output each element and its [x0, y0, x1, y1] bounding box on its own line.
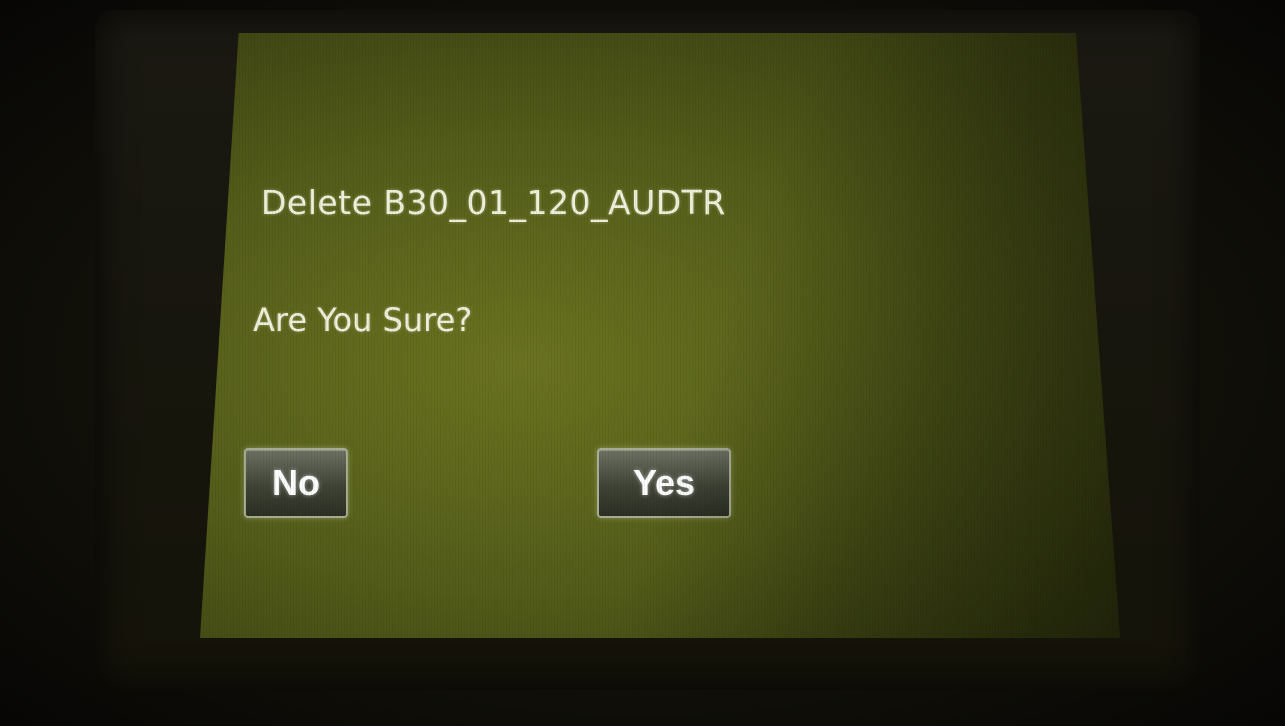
no-button[interactable]: No	[244, 448, 348, 518]
lcd-screen: Delete B30_01_120_AUDTR Are You Sure? No…	[200, 33, 1120, 638]
confirm-prompt: Are You Sure?	[253, 301, 473, 339]
yes-button[interactable]: Yes	[597, 448, 731, 518]
delete-message: Delete B30_01_120_AUDTR	[261, 183, 726, 222]
device-body: Delete B30_01_120_AUDTR Are You Sure? No…	[0, 0, 1285, 726]
